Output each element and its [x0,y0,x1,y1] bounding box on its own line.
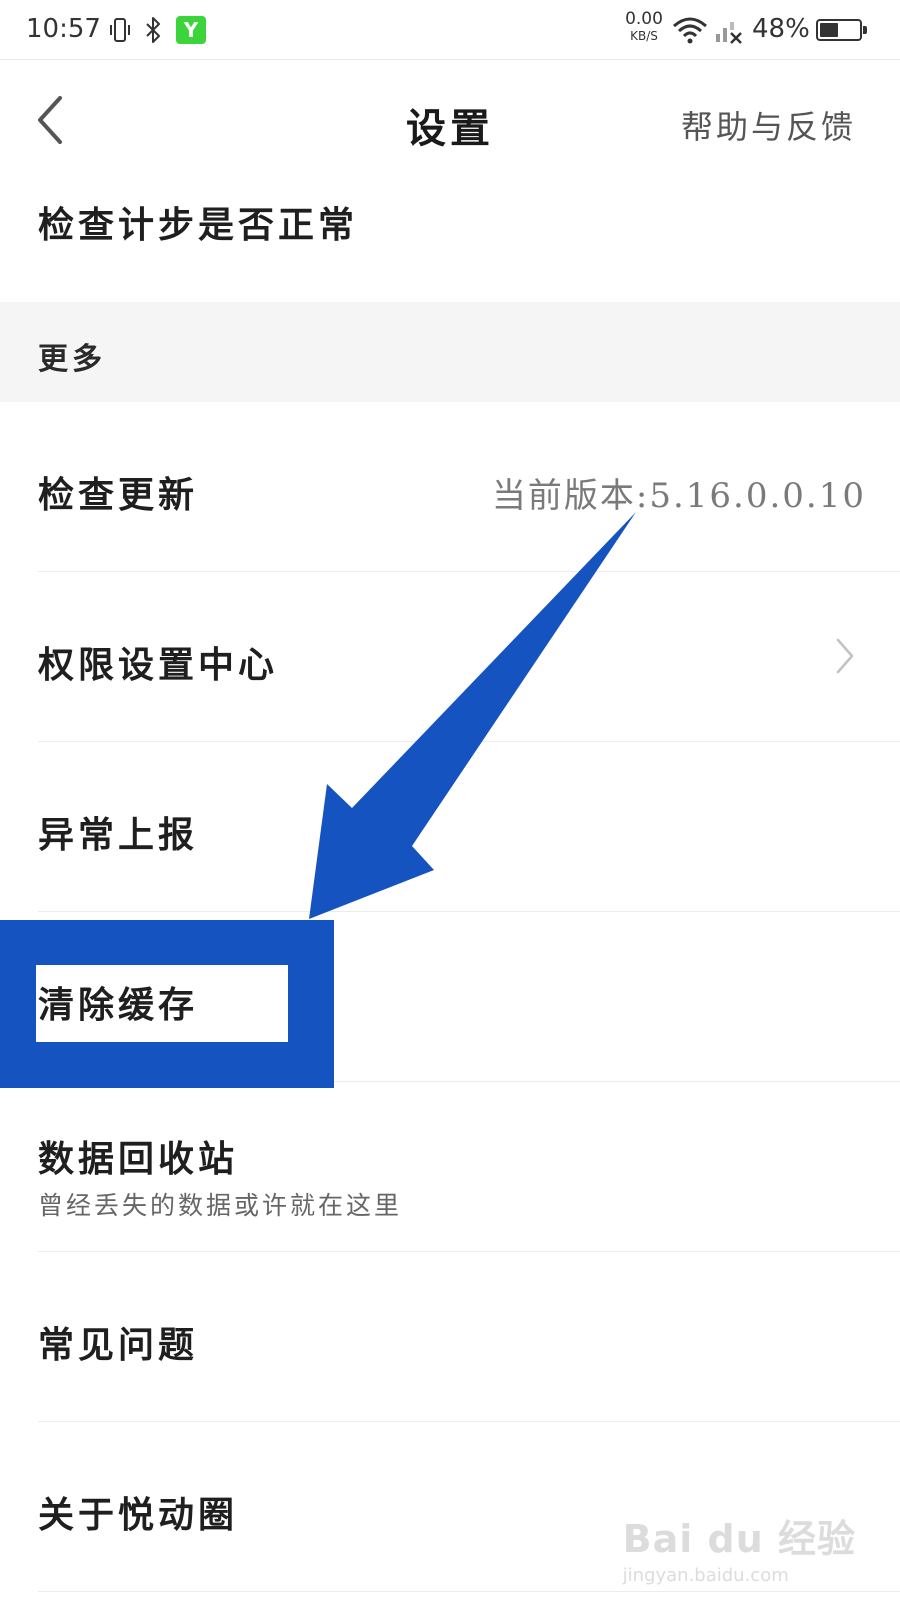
bluetooth-icon [146,17,160,43]
status-bar: 10:57 Y 0.00 KB/S 48% [0,0,900,60]
battery-level-fill [820,23,839,37]
battery-icon [816,19,867,41]
settings-item-recycle-bin[interactable]: 数据回收站 曾经丢失的数据或许就在这里 [0,1082,900,1252]
watermark-url: jingyan.baidu.com [622,1565,789,1586]
chevron-right-icon [836,638,854,674]
network-speed-value: 0.00 [625,9,663,29]
baidu-jingyan-watermark: Bai du 经验 jingyan.baidu.com [623,1508,856,1586]
settings-item-check-update[interactable]: 检查更新 当前版本:5.16.0.0.10 [0,402,900,572]
wifi-icon [673,17,707,44]
settings-item-clear-cache[interactable]: 清除缓存 [0,912,900,1082]
settings-item-label: 常见问题 [38,1324,199,1366]
settings-item-label: 异常上报 [38,814,199,856]
settings-item-subtitle: 曾经丢失的数据或许就在这里 [38,1191,403,1220]
battery-nub [863,26,867,34]
settings-item-report[interactable]: 异常上报 [0,742,900,912]
app-notification-icon: Y [176,16,206,44]
row-divider [38,1591,900,1592]
current-version-value: 当前版本:5.16.0.0.10 [491,476,866,516]
network-speed: 0.00 KB/S [622,9,666,43]
network-speed-unit: KB/S [630,29,658,43]
settings-item-label: 关于悦动圈 [38,1494,239,1536]
settings-item-permissions[interactable]: 权限设置中心 [0,572,900,742]
settings-item-label: 清除缓存 [38,984,199,1026]
settings-item-label: 数据回收站 [38,1138,239,1180]
status-time: 10:57 [26,14,101,44]
watermark-brand: Bai du 经验 [622,1517,856,1561]
settings-item-label: 检查计步是否正常 [38,204,359,246]
section-header-more: 更多 [0,302,900,402]
vibrate-icon [110,18,130,42]
settings-item-label: 检查更新 [38,474,199,516]
signal-icon [716,22,742,44]
help-feedback-link[interactable]: 帮助与反馈 [681,102,856,148]
battery-percent: 48% [752,14,810,44]
settings-item-check-steps[interactable]: 检查计步是否正常 [0,180,900,302]
settings-item-label: 权限设置中心 [38,644,279,686]
app-header: 设置 帮助与反馈 [0,60,900,180]
settings-item-faq[interactable]: 常见问题 [0,1252,900,1422]
section-header-label: 更多 [38,342,106,377]
